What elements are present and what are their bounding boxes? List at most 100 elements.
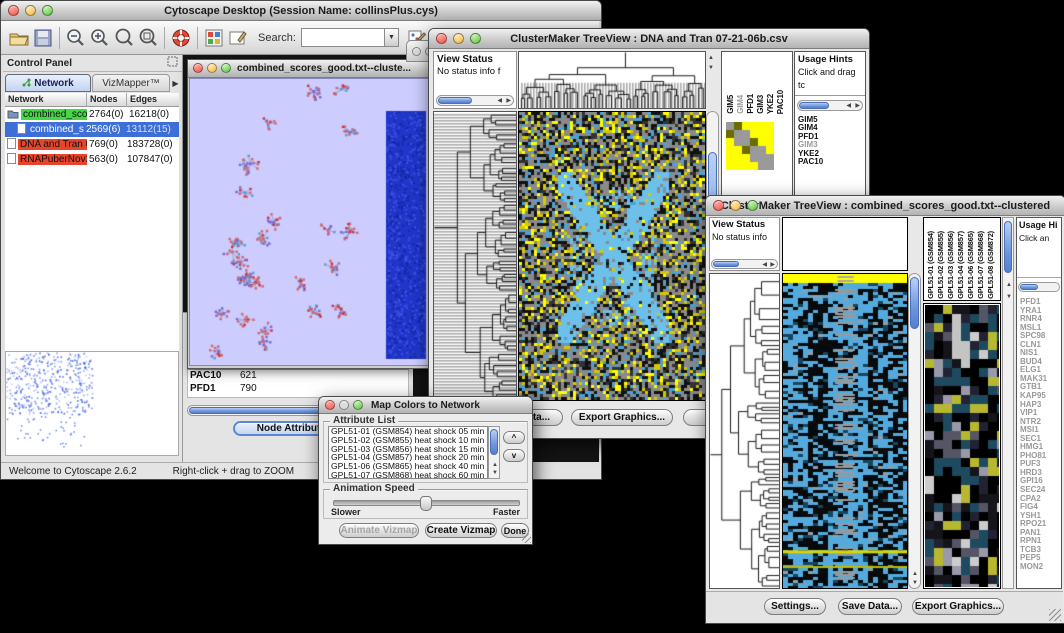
tv1-status-hscrollbar[interactable]: ◀ ▶	[436, 95, 514, 106]
animation-speed-slider[interactable]	[333, 500, 520, 506]
scroll-right-arrow[interactable]: ▶	[770, 262, 775, 268]
treeview1-titlebar[interactable]: ClusterMaker TreeView : DNA and Tran 07-…	[429, 29, 869, 49]
search-input[interactable]	[301, 28, 385, 47]
zoom-button[interactable]	[221, 63, 231, 73]
zoom-button[interactable]	[42, 5, 53, 16]
tv2-save-data-button[interactable]: Save Data...	[838, 598, 902, 615]
scroll-left-arrow[interactable]: ◀	[846, 103, 851, 109]
tv1-matrix-view[interactable]	[726, 122, 774, 170]
tv2-label-vscrollbar[interactable]: ▲ ▼	[1002, 217, 1014, 589]
tv2-detail-heatmap[interactable]	[923, 303, 1001, 589]
close-button[interactable]	[193, 63, 203, 73]
scroll-right-arrow[interactable]: ▶	[506, 98, 511, 104]
network-row[interactable]: combined_scores 2764(0) 16218(0)	[5, 107, 179, 122]
tv2-export-graphics-button[interactable]: Export Graphics...	[912, 598, 1004, 615]
resize-grip[interactable]	[1049, 609, 1061, 621]
birdseye-view[interactable]	[5, 351, 179, 456]
zoom-in-icon[interactable]	[88, 27, 112, 49]
scroll-thumb[interactable]	[713, 261, 739, 267]
scroll-left-arrow[interactable]: ◀	[762, 262, 767, 268]
attribute-listbox[interactable]: GPL51-01 (GSM854) heat shock 05 minGPL51…	[328, 426, 488, 479]
float-panel-icon[interactable]	[167, 54, 178, 72]
network-row[interactable]: DNA and Tran 07 769(0) 183728(0)	[5, 137, 179, 152]
main-titlebar[interactable]: Cytoscape Desktop (Session Name: collins…	[1, 1, 601, 21]
tv1-scroll-down-arrow[interactable]: ▼	[708, 65, 714, 71]
close-button[interactable]	[8, 5, 19, 16]
tv2-vscrollbar[interactable]: ▲ ▼	[908, 273, 921, 589]
close-button[interactable]	[412, 47, 421, 56]
close-button[interactable]	[325, 400, 335, 410]
annotation-icon[interactable]	[226, 27, 250, 49]
tab-network[interactable]: Network	[5, 74, 91, 92]
network-canvas[interactable]	[189, 78, 429, 366]
zoom-button[interactable]	[747, 200, 758, 211]
animate-vizmap-button[interactable]: Animate Vizmap	[339, 523, 419, 538]
move-up-button[interactable]: ^	[503, 431, 525, 444]
move-down-button[interactable]: v	[503, 449, 525, 462]
tv1-export-graphics-button[interactable]: Export Graphics...	[571, 409, 673, 426]
network-row[interactable]: RNAPuberNov2+ 563(0) 107847(0)	[5, 152, 179, 167]
scroll-thumb[interactable]	[438, 97, 472, 104]
open-file-icon[interactable]	[7, 27, 31, 49]
minimize-button[interactable]	[207, 63, 217, 73]
scroll-up-arrow[interactable]: ▲	[1006, 282, 1012, 288]
view-status-text: No status info f	[437, 66, 500, 77]
tv1-gene-list[interactable]: GIM5GIM4PFD1GIM3YKE2PAC10	[798, 116, 823, 166]
attribute-list-item[interactable]: GPL51-07 (GSM868) heat shock 60 min	[331, 471, 487, 479]
minimize-button[interactable]	[339, 400, 349, 410]
minimize-button[interactable]	[25, 5, 36, 16]
zoom-button[interactable]	[353, 400, 363, 410]
scroll-up-arrow[interactable]: ▲	[492, 462, 498, 468]
tv1-heatmap[interactable]	[518, 111, 706, 401]
scroll-thumb[interactable]	[1020, 284, 1038, 290]
slider-thumb[interactable]	[420, 496, 432, 511]
scroll-thumb[interactable]	[490, 429, 498, 455]
resize-grip[interactable]	[522, 534, 531, 543]
scroll-right-arrow[interactable]: ▶	[855, 103, 860, 109]
tv2-button-bar: Settings... Save Data... Export Graphics…	[706, 591, 1063, 623]
scroll-up-arrow[interactable]: ▲	[912, 571, 918, 577]
zoom-fit-icon[interactable]	[136, 27, 160, 49]
help-lifering-icon[interactable]	[169, 27, 193, 49]
tv2-row-dendrogram[interactable]	[709, 273, 780, 589]
vizmapper-icon[interactable]	[202, 27, 226, 49]
close-button[interactable]	[713, 200, 724, 211]
data-row[interactable]: PAC10 621	[188, 370, 408, 383]
map-dialog-titlebar[interactable]: Map Colors to Network	[319, 397, 532, 414]
network-view-titlebar[interactable]: combined_scores_good.txt--cluste...	[188, 60, 432, 78]
treeview2-titlebar[interactable]: ClusterMaker TreeView : combined_scores_…	[706, 196, 1064, 216]
search-dropdown-button[interactable]: ▼	[385, 28, 399, 47]
tv1-column-dendrogram[interactable]	[518, 51, 706, 109]
zoom-selected-icon[interactable]	[112, 27, 136, 49]
save-icon[interactable]	[31, 27, 55, 49]
scroll-left-arrow[interactable]: ◀	[497, 98, 502, 104]
tv1-scroll-up-arrow[interactable]: ▲	[708, 55, 714, 61]
minimize-button[interactable]	[730, 200, 741, 211]
network-row-selected[interactable]: combined_sco 2569(6) 13112(15)	[5, 122, 179, 137]
scroll-down-arrow[interactable]: ▼	[912, 580, 918, 586]
slider-slower-label: Slower	[331, 507, 361, 517]
tv2-settings-button[interactable]: Settings...	[764, 598, 826, 615]
attribute-list-vscrollbar[interactable]: ▲ ▼	[488, 426, 500, 479]
scroll-thumb[interactable]	[910, 277, 919, 329]
tv2-gene-list[interactable]: PFD1YRA1RNR4MSL1SPC98CLN1NIS1BUD4ELG1MAK…	[1020, 298, 1047, 572]
col-nodes[interactable]: Nodes	[87, 93, 127, 107]
zoom-button[interactable]	[470, 33, 481, 44]
close-button[interactable]	[436, 33, 447, 44]
scroll-down-arrow[interactable]: ▼	[492, 470, 498, 476]
tab-vizmapper[interactable]: VizMapper™	[92, 74, 170, 92]
tv2-heatmap[interactable]	[782, 273, 908, 589]
scroll-thumb[interactable]	[1004, 221, 1012, 273]
col-edges[interactable]: Edges	[127, 93, 179, 107]
minimize-button[interactable]	[453, 33, 464, 44]
tv2-hints-hscrollbar[interactable]	[1018, 282, 1060, 292]
scroll-thumb[interactable]	[799, 102, 829, 109]
zoom-out-icon[interactable]	[64, 27, 88, 49]
tv1-hints-hscrollbar[interactable]: ◀ ▶	[797, 100, 863, 111]
tab-overflow-button[interactable]: ▶	[171, 74, 180, 92]
tv1-row-dendrogram[interactable]	[433, 111, 517, 401]
tv2-status-hscrollbar[interactable]: ◀ ▶	[711, 259, 778, 269]
create-vizmap-button[interactable]: Create Vizmap	[425, 523, 497, 538]
scroll-down-arrow[interactable]: ▼	[1006, 294, 1012, 300]
data-row[interactable]: PFD1 790	[188, 383, 408, 396]
